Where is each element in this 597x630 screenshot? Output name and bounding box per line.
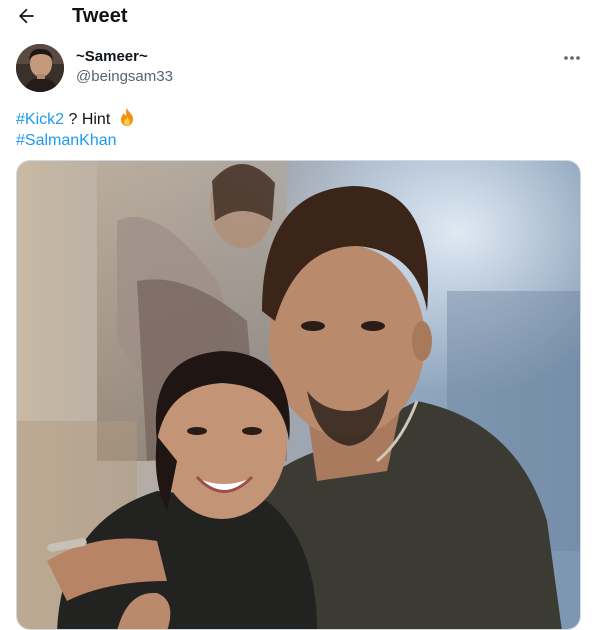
- tweet-text-line-1: #Kick2 ? Hint: [16, 107, 137, 130]
- photo-image: [17, 161, 580, 629]
- profile-photo: [16, 44, 64, 92]
- page-title: Tweet: [72, 5, 128, 27]
- author-handle[interactable]: @beingsam33: [76, 68, 173, 85]
- tweet-text-line-2: #SalmanKhan: [16, 130, 137, 151]
- tweet-body-text: ? Hint: [64, 111, 115, 128]
- more-options-button[interactable]: [560, 48, 584, 68]
- hashtag-link[interactable]: #SalmanKhan: [16, 132, 117, 149]
- more-horizontal-icon: [564, 56, 580, 60]
- arrow-left-icon: [19, 8, 34, 24]
- avatar[interactable]: [16, 44, 64, 92]
- tweet-header: Tweet: [0, 0, 597, 34]
- hashtag-link[interactable]: #Kick2: [16, 111, 64, 128]
- tweet-media-photo[interactable]: [16, 160, 581, 630]
- fire-emoji-icon: [120, 108, 133, 126]
- author-display-name[interactable]: ~Sameer~: [76, 48, 148, 65]
- back-button[interactable]: [14, 4, 38, 28]
- tweet-text: #Kick2 ? Hint #SalmanKhan: [16, 107, 137, 151]
